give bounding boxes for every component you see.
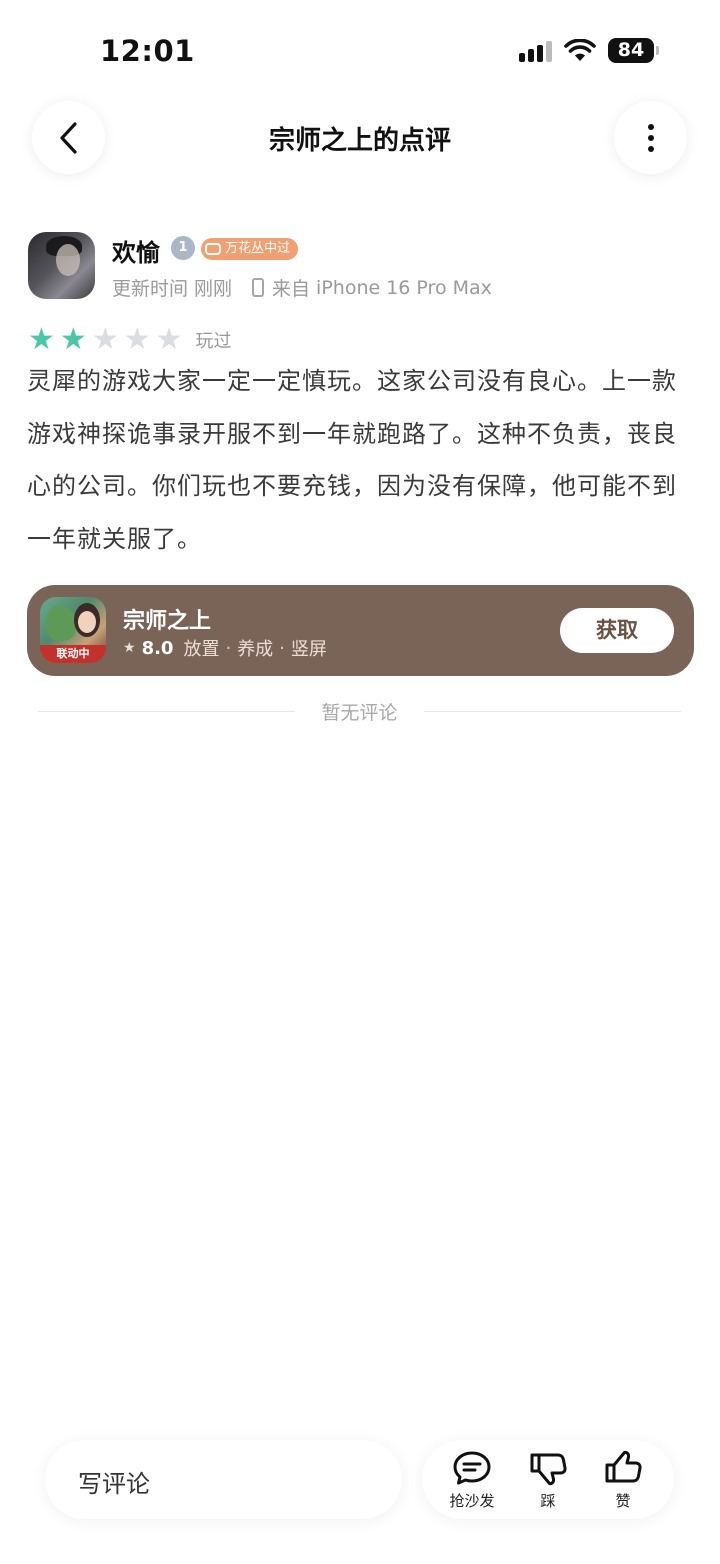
update-label: 更新时间 <box>112 278 189 300</box>
like-button[interactable]: 赞 <box>593 1450 653 1512</box>
bottom-bar: 写评论 抢沙发 踩 赞 <box>0 1430 720 1530</box>
like-label: 赞 <box>615 1492 631 1510</box>
get-button[interactable]: 获取 <box>560 608 674 653</box>
star-icon: ★ <box>123 322 151 357</box>
review-text: 灵犀的游戏大家一定一定慎玩。这家公司没有良心。上一款游戏神探诡事录开服不到一年就… <box>27 367 677 553</box>
score-star-icon: ★ <box>123 640 136 656</box>
avatar[interactable] <box>28 232 95 299</box>
tag-separator: · <box>225 637 232 659</box>
star-icon: ★ <box>28 322 55 357</box>
divider <box>424 711 681 712</box>
rating: ★ ★ ★ ★ ★ 玩过 <box>28 325 232 355</box>
star-icon: ★ <box>91 322 119 357</box>
star-icon: ★ <box>59 322 87 357</box>
signal-icon <box>519 40 552 62</box>
game-score: 8.0 <box>141 637 174 659</box>
played-label: 玩过 <box>195 331 232 352</box>
review-author: 欢愉 1 万花丛中过 更新时间 刚刚 来自 iPhone 16 Pro Max <box>28 232 688 302</box>
device-name: iPhone 16 Pro Max <box>316 276 492 299</box>
comment-input-placeholder: 写评论 <box>78 1470 150 1498</box>
dislike-label: 踩 <box>540 1492 556 1510</box>
sofa-label: 抢沙发 <box>449 1492 495 1510</box>
thumbs-up-icon <box>605 1450 642 1483</box>
sofa-button[interactable]: 抢沙发 <box>442 1450 502 1512</box>
status-bar: 12:01 84 <box>0 0 720 100</box>
game-icon: 联动中 <box>40 597 106 663</box>
status-icons: 84 <box>519 38 659 63</box>
user-tag-label: 万花丛中过 <box>225 241 291 256</box>
page-title: 宗师之上的点评 <box>268 126 451 156</box>
game-live-badge: 联动中 <box>40 645 106 663</box>
game-tag: 养成 <box>237 639 274 660</box>
game-tag: 竖屏 <box>290 639 327 660</box>
more-button[interactable] <box>614 101 687 174</box>
comments-empty: 暂无评论 <box>38 698 681 724</box>
update-time: 刚刚 <box>194 278 233 300</box>
star-icon: ★ <box>155 322 183 357</box>
username[interactable]: 欢愉 <box>112 233 160 268</box>
phone-icon <box>252 278 265 297</box>
comment-input[interactable]: 写评论 <box>45 1440 402 1519</box>
tag-separator: · <box>279 637 285 659</box>
game-name: 宗师之上 <box>123 609 212 634</box>
wifi-icon <box>564 38 596 61</box>
game-meta: ★ 8.0 放置 · 养成 · 竖屏 <box>123 635 327 661</box>
device-prefix: 来自 <box>272 278 311 300</box>
level-badge: 1 <box>171 236 195 260</box>
status-time: 12:01 <box>100 34 195 68</box>
user-tag-badge: 万花丛中过 <box>201 238 299 260</box>
comment-bubble-icon <box>453 1451 491 1485</box>
game-tag: 放置 <box>183 639 220 660</box>
thumbs-down-icon <box>530 1453 567 1486</box>
gamepad-icon <box>205 243 221 255</box>
dislike-button[interactable]: 踩 <box>518 1450 578 1512</box>
game-card[interactable]: 联动中 宗师之上 ★ 8.0 放置 · 养成 · 竖屏 获取 <box>27 585 694 676</box>
nav-bar: 宗师之上的点评 <box>0 98 720 178</box>
more-vertical-icon <box>647 123 654 152</box>
review-meta: 更新时间 刚刚 来自 iPhone 16 Pro Max <box>112 274 492 301</box>
action-group: 抢沙发 踩 赞 <box>422 1440 674 1519</box>
battery-icon: 84 <box>608 38 659 63</box>
